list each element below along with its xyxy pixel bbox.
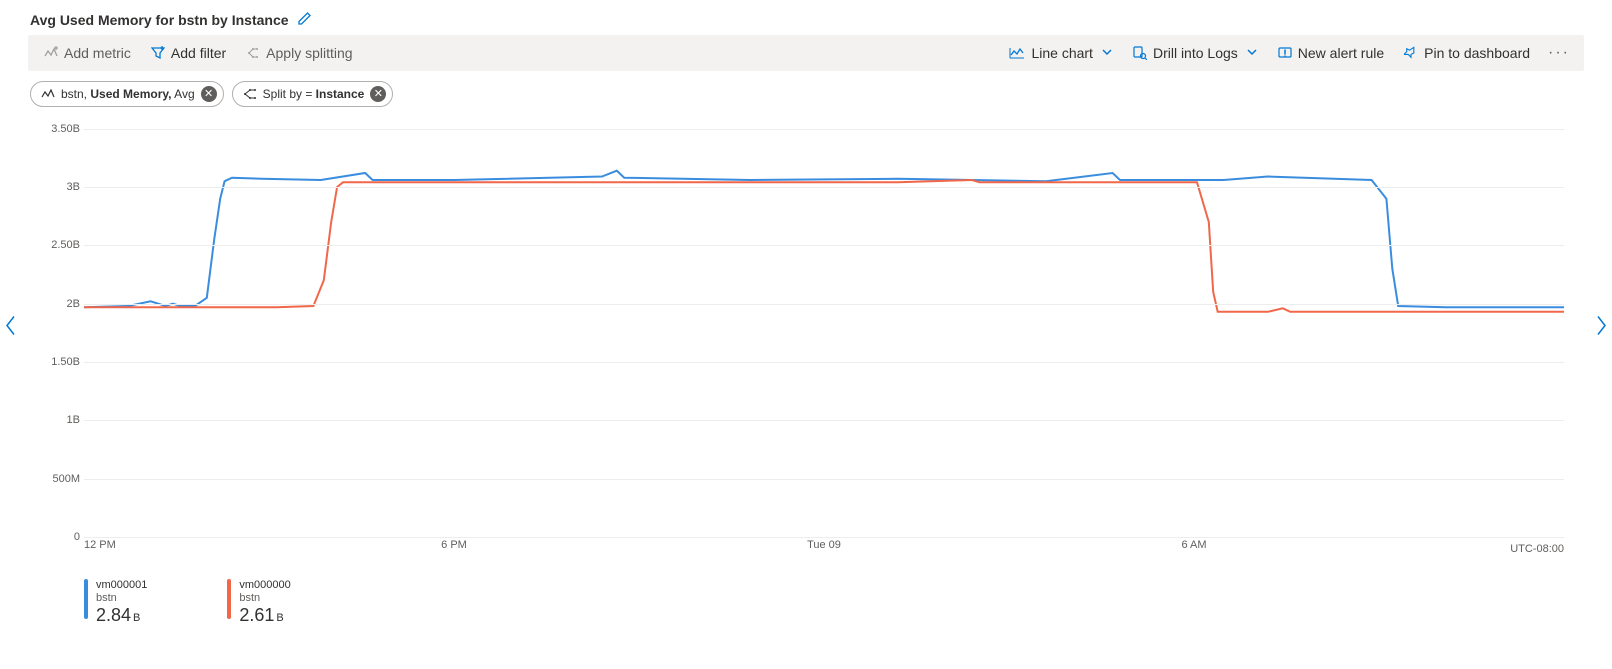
y-axis-tick-label: 2B [34,298,80,310]
legend-text: vm000001bstn2.84B [96,579,147,627]
toolbar-right: Line chart Drill into Logs New alert rul… [1001,35,1576,71]
legend-swatch [84,579,88,619]
y-axis-tick-label: 500M [34,473,80,485]
y-axis-tick-label: 0 [34,531,80,543]
scroll-right-icon[interactable] [1594,314,1608,343]
split-icon [246,46,260,60]
x-axis-tick-label: 6 AM [1181,539,1206,551]
metric-chip-icon [41,89,55,99]
chart-type-button[interactable]: Line chart [1001,35,1120,71]
chart-gridline [84,245,1564,246]
add-filter-label: Add filter [171,45,226,61]
y-axis-tick-label: 2.50B [34,239,80,251]
new-alert-button[interactable]: New alert rule [1270,35,1392,71]
x-axis-tick-label: 12 PM [84,539,116,551]
legend-series-value: 2.84B [96,605,147,627]
legend-swatch [227,579,231,619]
split-chip[interactable]: Split by = Instance ✕ [232,81,394,107]
pin-dashboard-button[interactable]: Pin to dashboard [1396,35,1538,71]
pin-label: Pin to dashboard [1424,45,1530,61]
toolbar-left: Add metric Add filter Apply splitting [36,35,361,71]
chart-plot: 0500M1B1.50B2B2.50B3B3.50B [84,117,1564,537]
logs-icon [1133,46,1147,60]
remove-metric-chip-icon[interactable]: ✕ [201,86,217,102]
add-metric-label: Add metric [64,45,131,61]
chart-type-label: Line chart [1031,45,1092,61]
metric-chip-suffix: Avg [172,87,195,101]
chart-lines [84,117,1564,537]
chevron-down-icon [1101,45,1113,61]
split-chip-bold: Instance [316,87,365,101]
more-icon[interactable]: ··· [1542,44,1576,62]
y-axis-tick-label: 1.50B [34,356,80,368]
chart-area: 0500M1B1.50B2B2.50B3B3.50B 12 PM6 PMTue … [28,117,1584,577]
add-metric-icon [44,46,58,60]
filter-chips: bstn, Used Memory, Avg ✕ Split by = Inst… [30,81,1584,107]
add-metric-button[interactable]: Add metric [36,35,139,71]
legend-series-sub: bstn [96,592,147,605]
line-chart-icon [1009,46,1025,60]
metric-chip-text: bstn, Used Memory, Avg [61,87,195,101]
legend-item-vm000001[interactable]: vm000001bstn2.84B [84,579,147,627]
edit-title-icon[interactable] [297,10,313,29]
metric-chip[interactable]: bstn, Used Memory, Avg ✕ [30,81,224,107]
x-axis-tick-label: 6 PM [441,539,467,551]
chevron-down-icon [1246,45,1258,61]
chart-gridline [84,129,1564,130]
chart-gridline [84,479,1564,480]
chart-title-row: Avg Used Memory for bstn by Instance [30,10,1584,29]
legend-series-name: vm000000 [239,579,290,592]
chart-gridline [84,537,1564,538]
legend-series-value: 2.61B [239,605,290,627]
chart-title: Avg Used Memory for bstn by Instance [30,12,289,28]
metric-chip-prefix: bstn, [61,87,90,101]
legend-series-sub: bstn [239,592,290,605]
pin-icon [1404,46,1418,60]
y-axis-tick-label: 1B [34,414,80,426]
add-filter-button[interactable]: Add filter [143,35,234,71]
filter-icon [151,46,165,60]
apply-splitting-label: Apply splitting [266,45,352,61]
x-axis-tick-label: Tue 09 [807,539,841,551]
chart-gridline [84,362,1564,363]
drill-logs-label: Drill into Logs [1153,45,1238,61]
chart-gridline [84,187,1564,188]
series-vm000001 [84,171,1564,308]
split-chip-prefix: Split by = [263,87,316,101]
chart-legend: vm000001bstn2.84Bvm000000bstn2.61B [84,579,291,627]
split-chip-text: Split by = Instance [263,87,365,101]
metrics-chart-page: Avg Used Memory for bstn by Instance Add… [0,0,1612,669]
chart-gridline [84,304,1564,305]
legend-series-unit: B [276,612,283,624]
timezone-label: UTC-08:00 [1510,543,1564,555]
chart-gridline [84,420,1564,421]
legend-series-name: vm000001 [96,579,147,592]
y-axis-tick-label: 3.50B [34,123,80,135]
drill-logs-button[interactable]: Drill into Logs [1125,35,1266,71]
new-alert-label: New alert rule [1298,45,1384,61]
remove-split-chip-icon[interactable]: ✕ [370,86,386,102]
scroll-left-icon[interactable] [4,314,18,343]
chart-x-axis: 12 PM 6 PM Tue 09 6 AM [84,539,1564,557]
chart-toolbar: Add metric Add filter Apply splitting Li… [28,35,1584,71]
metric-chip-bold: Used Memory, [90,87,171,101]
legend-series-unit: B [133,612,140,624]
apply-splitting-button[interactable]: Apply splitting [238,35,360,71]
split-chip-icon [243,88,257,100]
alert-icon [1278,46,1292,60]
y-axis-tick-label: 3B [34,181,80,193]
legend-text: vm000000bstn2.61B [239,579,290,627]
legend-item-vm000000[interactable]: vm000000bstn2.61B [227,579,290,627]
